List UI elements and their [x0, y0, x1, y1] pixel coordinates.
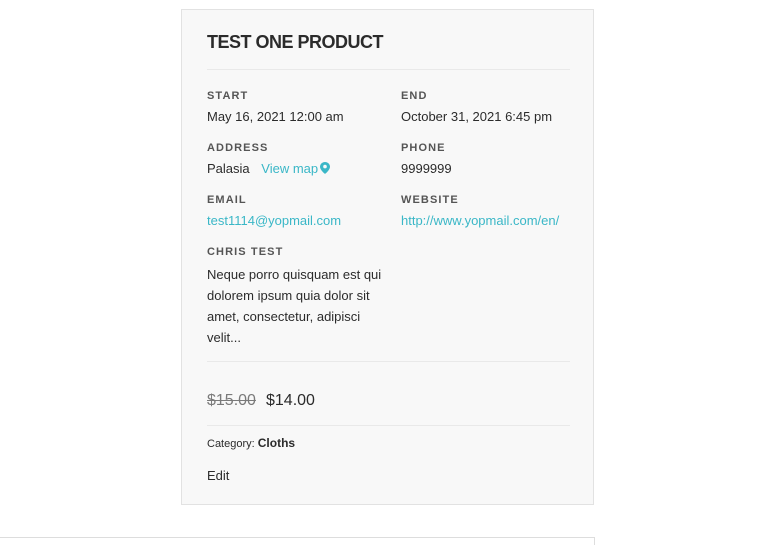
- email-link[interactable]: test1114@yopmail.com: [207, 213, 341, 228]
- address-row: Palasia View map: [207, 161, 331, 176]
- category-link[interactable]: Cloths: [257, 436, 296, 450]
- phone-label: PHONE: [401, 142, 446, 154]
- website-label: WEBSITE: [401, 194, 459, 206]
- sale-price: $14.00: [266, 392, 315, 409]
- category-label: Category:: [207, 438, 255, 450]
- next-card-side-border: [594, 537, 595, 545]
- start-label: START: [207, 90, 249, 102]
- category-value: Cloths: [257, 436, 296, 450]
- end-label: END: [401, 90, 428, 102]
- start-value: May 16, 2021 12:00 am: [207, 109, 344, 124]
- address-label: ADDRESS: [207, 142, 269, 154]
- edit-link[interactable]: Edit: [207, 468, 229, 483]
- custom-field-value: Neque porro quisquam est qui dolorem ips…: [207, 267, 382, 345]
- price-divider: [207, 425, 570, 426]
- phone-value: 9999999: [401, 161, 452, 176]
- end-value: October 31, 2021 6:45 pm: [401, 109, 553, 124]
- product-title: TEST ONE PRODUCT: [207, 32, 384, 52]
- description-divider: [207, 361, 570, 362]
- email-label: EMAIL: [207, 194, 247, 206]
- title-divider: [207, 69, 570, 70]
- map-pin-icon: [320, 162, 331, 174]
- view-map-label: View map: [261, 161, 319, 176]
- website-link[interactable]: http://www.yopmail.com/en/: [401, 213, 559, 228]
- custom-field-label: CHRIS TEST: [207, 246, 284, 258]
- view-map-link[interactable]: View map: [261, 161, 331, 176]
- next-card-top-border: [0, 537, 595, 538]
- regular-price: $15.00: [207, 392, 256, 409]
- address-value: Palasia: [207, 161, 250, 176]
- product-card: TEST ONE PRODUCT START May 16, 2021 12:0…: [181, 9, 594, 505]
- category-row: Category: Cloths: [207, 436, 295, 450]
